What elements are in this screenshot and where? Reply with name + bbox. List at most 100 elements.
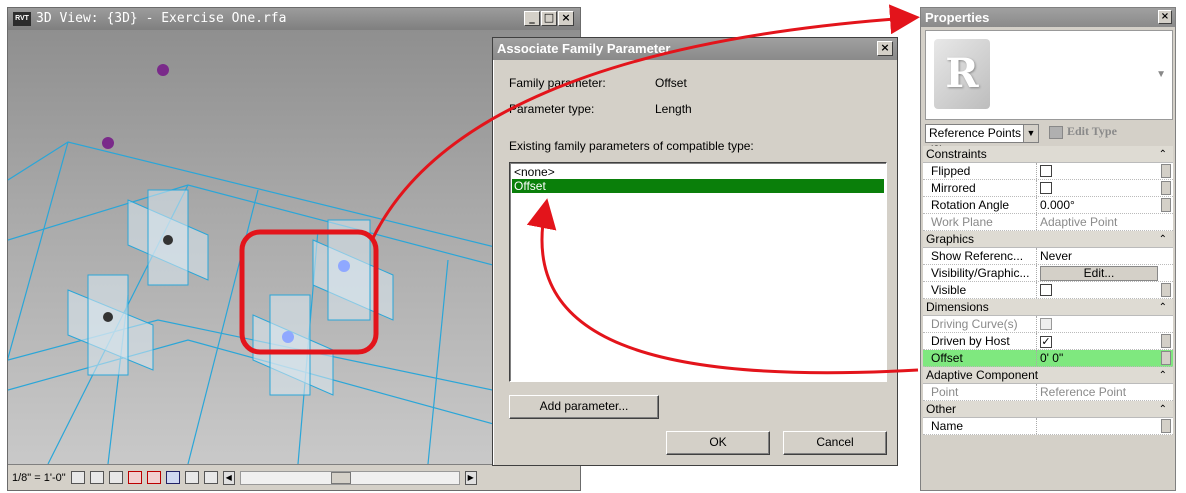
property-row-offset[interactable]: Offset 0' 0" xyxy=(923,350,1173,367)
dialog-title: Associate Family Parameter xyxy=(497,41,671,56)
property-name: Name xyxy=(923,418,1037,434)
edit-type-button[interactable]: Edit Type xyxy=(1049,124,1117,139)
associate-parameter-button[interactable] xyxy=(1161,419,1171,433)
category-label: Graphics xyxy=(926,232,975,246)
category-other[interactable]: Other ⌃ xyxy=(923,401,1173,418)
associate-parameter-button[interactable] xyxy=(1161,198,1171,212)
visible-checkbox[interactable] xyxy=(1040,284,1052,296)
property-name: Work Plane xyxy=(923,214,1037,230)
offset-value[interactable]: 0' 0" xyxy=(1037,350,1173,366)
list-item-none[interactable]: <none> xyxy=(512,165,884,179)
collapse-icon[interactable]: ⌃ xyxy=(1159,146,1167,163)
associate-parameter-button[interactable] xyxy=(1161,334,1171,348)
property-name: Point xyxy=(923,384,1037,400)
driven-by-host-checkbox[interactable]: ✓ xyxy=(1040,336,1052,348)
properties-palette: Properties × R ▼ Reference Points (2) ▼ … xyxy=(920,7,1176,491)
scroll-right-icon[interactable]: ▶ xyxy=(464,470,477,485)
properties-close-button[interactable]: × xyxy=(1158,10,1172,24)
collapse-icon[interactable]: ⌃ xyxy=(1159,367,1167,384)
close-button[interactable]: × xyxy=(558,11,574,26)
visibility-edit-button[interactable]: Edit... xyxy=(1040,266,1158,281)
property-value[interactable]: Never xyxy=(1037,248,1173,264)
property-name: Show Referenc... xyxy=(923,248,1037,264)
property-row-visibility-graphics[interactable]: Visibility/Graphic... Edit... xyxy=(923,265,1173,282)
collapse-icon[interactable]: ⌃ xyxy=(1159,299,1167,316)
flipped-checkbox[interactable] xyxy=(1040,165,1052,177)
property-name: Visibility/Graphic... xyxy=(923,265,1037,281)
chevron-down-icon[interactable]: ▼ xyxy=(1156,69,1166,80)
associate-parameter-button[interactable] xyxy=(1161,283,1171,297)
revit-app-icon[interactable]: RVT xyxy=(13,12,31,26)
reference-point-selected xyxy=(338,260,350,272)
edit-type-label: Edit Type xyxy=(1067,124,1117,138)
existing-parameters-label: Existing family parameters of compatible… xyxy=(509,139,754,153)
property-name: Offset xyxy=(923,350,1037,366)
associate-parameter-button[interactable] xyxy=(1161,164,1171,178)
category-constraints[interactable]: Constraints ⌃ xyxy=(923,146,1173,163)
detail-level-icon[interactable] xyxy=(70,471,85,484)
type-preview[interactable]: R ▼ xyxy=(925,30,1173,120)
collapse-icon[interactable]: ⌃ xyxy=(1159,401,1167,418)
parameter-list[interactable]: <none> Offset xyxy=(509,162,887,382)
property-row-rotation-angle[interactable]: Rotation Angle 0.000° xyxy=(923,197,1173,214)
maximize-button[interactable]: □ xyxy=(541,11,557,26)
crop-view-icon[interactable] xyxy=(146,471,161,484)
collapse-icon[interactable]: ⌃ xyxy=(1159,231,1167,248)
properties-titlebar[interactable]: Properties × xyxy=(921,8,1175,27)
dialog-titlebar[interactable]: Associate Family Parameter × xyxy=(493,38,897,60)
property-row-work-plane: Work Plane Adaptive Point xyxy=(923,214,1173,231)
property-row-show-reference[interactable]: Show Referenc... Never xyxy=(923,248,1173,265)
reference-point xyxy=(163,235,173,245)
temporary-hide-icon[interactable] xyxy=(165,471,180,484)
view-control-bar: 1/8" = 1'-0" ◀ ▶ xyxy=(8,464,580,490)
scrollbar-thumb[interactable] xyxy=(330,471,351,484)
cancel-button[interactable]: Cancel xyxy=(783,431,887,455)
view-scale[interactable]: 1/8" = 1'-0" xyxy=(12,472,66,484)
horizontal-scrollbar[interactable] xyxy=(239,470,460,485)
revit-logo-icon: R xyxy=(934,39,990,109)
family-parameter-label: Family parameter: xyxy=(509,76,606,90)
associate-parameter-button[interactable] xyxy=(1161,351,1171,365)
chevron-down-icon[interactable]: ▼ xyxy=(1023,125,1038,142)
property-row-visible[interactable]: Visible xyxy=(923,282,1173,299)
associate-parameter-button[interactable] xyxy=(1161,181,1171,195)
lock-icon[interactable] xyxy=(203,471,218,484)
edit-type-icon xyxy=(1049,125,1063,139)
property-row-point: Point Reference Point xyxy=(923,384,1173,401)
shadows-icon[interactable] xyxy=(127,471,142,484)
type-selector[interactable]: Reference Points (2) ▼ xyxy=(925,124,1039,157)
properties-title: Properties xyxy=(925,10,990,25)
parameter-type-label: Parameter type: xyxy=(509,102,595,116)
mirrored-checkbox[interactable] xyxy=(1040,182,1052,194)
property-value: Reference Point xyxy=(1040,385,1127,399)
category-adaptive-component[interactable]: Adaptive Component ⌃ xyxy=(923,367,1173,384)
property-row-flipped[interactable]: Flipped xyxy=(923,163,1173,180)
minimize-button[interactable]: _ xyxy=(524,11,540,26)
parameter-type-value: Length xyxy=(655,102,692,116)
visual-style-icon[interactable] xyxy=(89,471,104,484)
property-row-name[interactable]: Name xyxy=(923,418,1173,435)
reveal-hidden-icon[interactable] xyxy=(184,471,199,484)
category-label: Dimensions xyxy=(926,300,989,314)
add-parameter-button[interactable]: Add parameter... xyxy=(509,395,659,419)
dialog-close-button[interactable]: × xyxy=(877,41,893,56)
view-title: 3D View: {3D} - Exercise One.rfa xyxy=(36,11,287,26)
view-titlebar[interactable]: RVT 3D View: {3D} - Exercise One.rfa _ □… xyxy=(8,8,580,30)
category-dimensions[interactable]: Dimensions ⌃ xyxy=(923,299,1173,316)
purple-point xyxy=(157,64,169,76)
purple-point xyxy=(102,137,114,149)
property-row-driven-by-host[interactable]: Driven by Host ✓ xyxy=(923,333,1173,350)
property-name: Driving Curve(s) xyxy=(923,316,1037,332)
sun-path-icon[interactable] xyxy=(108,471,123,484)
property-value[interactable]: 0.000° xyxy=(1037,197,1173,213)
property-value[interactable] xyxy=(1037,418,1173,434)
property-row-mirrored[interactable]: Mirrored xyxy=(923,180,1173,197)
scroll-left-icon[interactable]: ◀ xyxy=(222,470,235,485)
family-parameter-value: Offset xyxy=(655,76,687,90)
category-label: Adaptive Component xyxy=(926,368,1039,382)
property-name: Rotation Angle xyxy=(923,197,1037,213)
ok-button[interactable]: OK xyxy=(666,431,770,455)
category-graphics[interactable]: Graphics ⌃ xyxy=(923,231,1173,248)
property-name: Visible xyxy=(923,282,1037,298)
list-item-offset[interactable]: Offset xyxy=(512,179,884,193)
